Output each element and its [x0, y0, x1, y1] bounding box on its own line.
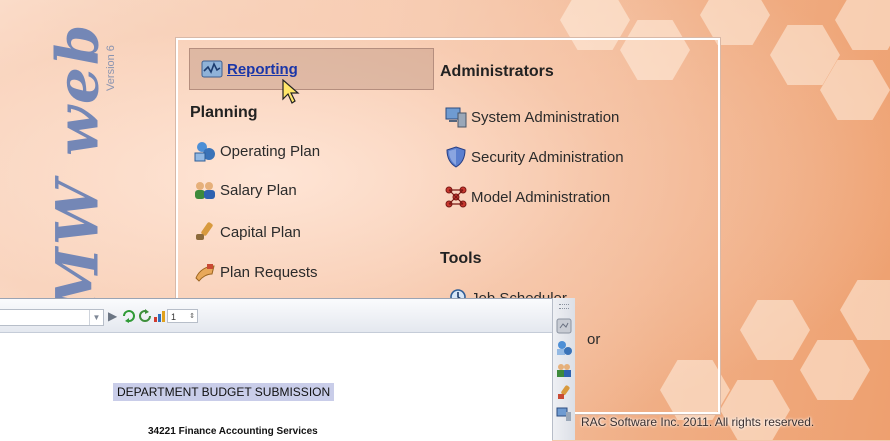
document-toolbar: ▼ ▶ 1 ⇕ — [0, 299, 552, 333]
operating-plan-label: Operating Plan — [220, 142, 321, 160]
salary-plan-item[interactable]: Salary Plan — [193, 178, 297, 202]
tools-item-partial[interactable]: or — [587, 331, 600, 348]
document-window: ▼ ▶ 1 ⇕ DEPARTMENT BUDGET SUBMISSION 342… — [0, 298, 552, 441]
reload-green-icon[interactable] — [138, 309, 152, 326]
document-subtitle: 34221 Finance Accounting Services — [148, 426, 318, 437]
operating-plan-icon — [193, 139, 217, 163]
reporting-link[interactable]: Reporting — [227, 61, 298, 78]
mouse-cursor-icon — [282, 79, 300, 104]
reporting-icon — [200, 57, 224, 81]
security-admin-icon — [444, 145, 468, 169]
operating-plan-item[interactable]: Operating Plan — [193, 139, 320, 163]
reporting-icon[interactable] — [556, 318, 572, 334]
copyright-text: RAC Software Inc. 2011. All rights reser… — [581, 415, 815, 429]
side-toolbar — [552, 298, 575, 440]
reporting-link-item[interactable]: Reporting — [200, 57, 298, 81]
grip-handle[interactable] — [559, 304, 569, 309]
capital-plan-icon[interactable] — [556, 384, 572, 400]
administrators-heading: Administrators — [440, 63, 554, 80]
system-admin-icon[interactable] — [556, 406, 572, 422]
tools-heading: Tools — [440, 250, 482, 267]
export-chart-icon[interactable] — [153, 309, 167, 326]
capital-plan-item[interactable]: Capital Plan — [193, 220, 301, 244]
model-admin-icon — [444, 185, 468, 209]
salary-plan-icon[interactable] — [556, 362, 572, 378]
next-arrow-icon[interactable]: ▶ — [108, 309, 117, 323]
operating-plan-icon[interactable] — [556, 340, 572, 356]
report-selector-dropdown[interactable]: ▼ — [0, 309, 104, 326]
salary-plan-label: Salary Plan — [220, 181, 297, 199]
spin-arrows-icon[interactable]: ⇕ — [189, 310, 195, 324]
chevron-down-icon[interactable]: ▼ — [89, 310, 103, 325]
logo-version: Version 6 — [104, 45, 117, 91]
tools-item-partial-label: or — [587, 331, 601, 348]
logo-text: MW web — [43, 22, 112, 312]
salary-plan-icon — [193, 178, 217, 202]
capital-plan-label: Capital Plan — [220, 223, 301, 241]
plan-requests-label: Plan Requests — [220, 263, 318, 281]
model-administration-label: Model Administration — [471, 188, 611, 206]
plan-requests-icon — [193, 260, 217, 284]
security-administration-item[interactable]: Security Administration — [444, 145, 624, 169]
page-number-stepper[interactable]: 1 ⇕ — [167, 309, 198, 323]
refresh-green-icon[interactable] — [122, 309, 136, 326]
page-number-value: 1 — [171, 312, 177, 322]
system-admin-icon — [444, 105, 468, 129]
system-administration-label: System Administration — [471, 108, 620, 126]
capital-plan-icon — [193, 220, 217, 244]
planning-heading: Planning — [190, 104, 258, 121]
app-logo: MW web Version 6 — [28, 18, 116, 312]
document-title: DEPARTMENT BUDGET SUBMISSION — [113, 383, 335, 401]
plan-requests-item[interactable]: Plan Requests — [193, 260, 318, 284]
model-administration-item[interactable]: Model Administration — [444, 185, 610, 209]
system-administration-item[interactable]: System Administration — [444, 105, 619, 129]
security-administration-label: Security Administration — [471, 148, 624, 166]
